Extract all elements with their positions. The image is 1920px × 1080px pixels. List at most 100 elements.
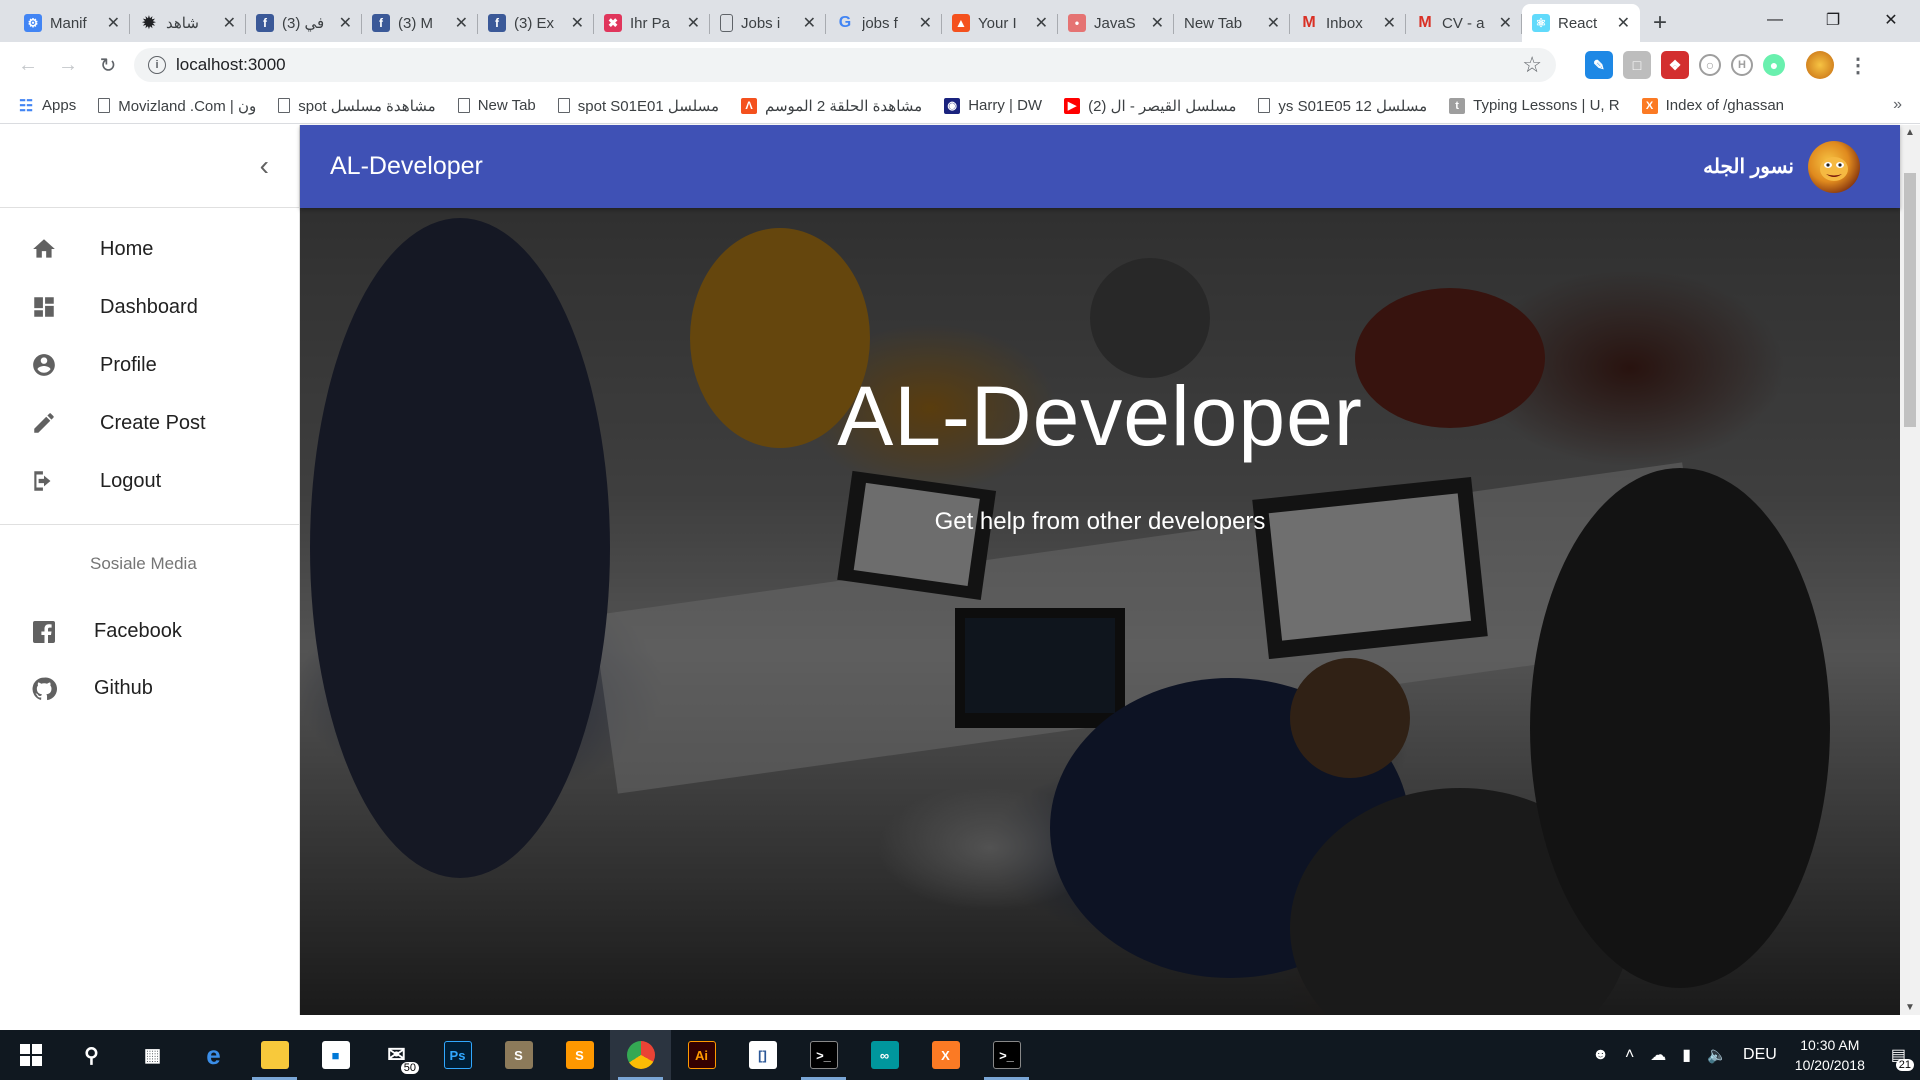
taskbar-chrome[interactable] — [610, 1030, 671, 1080]
task-view-button[interactable]: ▦ — [122, 1030, 183, 1080]
bookmark-item[interactable]: Λ مشاهدة الحلقة 2 الموسم — [740, 97, 922, 115]
close-tab-icon[interactable]: ✕ — [339, 13, 352, 33]
extension-circle-icon[interactable]: ○ — [1699, 54, 1721, 76]
browser-tab[interactable]: ⚛ React ✕ — [1522, 4, 1640, 42]
forward-icon[interactable]: → — [48, 45, 88, 85]
taskbar-terminal[interactable]: >_ — [793, 1030, 854, 1080]
minimize-icon[interactable]: — — [1746, 0, 1804, 40]
extension-pin-icon[interactable]: ✎ — [1585, 51, 1613, 79]
taskbar-store[interactable]: ■ — [305, 1030, 366, 1080]
tab-title: (3) M — [398, 14, 433, 32]
close-tab-icon[interactable]: ✕ — [1267, 13, 1280, 33]
info-icon[interactable]: i — [148, 56, 166, 74]
action-center-icon[interactable]: ▤ 21 — [1891, 1045, 1914, 1071]
taskbar-illustrator[interactable]: Ai — [671, 1030, 732, 1080]
browser-tab[interactable]: ▲ Your I ✕ — [942, 4, 1058, 42]
bookmark-item[interactable]: Movizland .Com | ون — [98, 97, 256, 115]
page-scrollbar[interactable]: ▲ ▼ — [1900, 125, 1920, 1015]
close-tab-icon[interactable]: ✕ — [919, 13, 932, 33]
browser-tab[interactable]: Gjobs f ✕ — [826, 4, 942, 42]
taskbar-cmd[interactable]: >_ — [976, 1030, 1037, 1080]
close-tab-icon[interactable]: ✕ — [1617, 13, 1630, 33]
close-tab-icon[interactable]: ✕ — [107, 13, 120, 33]
menu-item-profile[interactable]: Profile — [0, 336, 299, 394]
close-tab-icon[interactable]: ✕ — [1035, 13, 1048, 33]
scrollbar-thumb[interactable] — [1904, 173, 1916, 427]
bookmark-star-icon[interactable]: ☆ — [1522, 52, 1542, 78]
taskbar-explorer[interactable] — [244, 1030, 305, 1080]
taskbar-app-s[interactable]: S — [488, 1030, 549, 1080]
close-tab-icon[interactable]: ✕ — [455, 13, 468, 33]
close-tab-icon[interactable]: ✕ — [1499, 13, 1512, 33]
browser-tab[interactable]: New Tab ✕ — [1174, 4, 1290, 42]
taskbar-mail[interactable]: ✉ 50 — [366, 1030, 427, 1080]
battery-icon[interactable]: ▮ — [1682, 1045, 1691, 1065]
browser-tab[interactable]: f (3) في ✕ — [246, 4, 362, 42]
start-button[interactable] — [0, 1030, 61, 1080]
reload-icon[interactable]: ↻ — [88, 45, 128, 85]
close-tab-icon[interactable]: ✕ — [687, 13, 700, 33]
search-button[interactable]: ⚲ — [61, 1030, 122, 1080]
tray-chevron-icon[interactable]: ˄ — [1625, 1046, 1634, 1064]
browser-tab[interactable]: ⚙ Manif ✕ — [14, 4, 130, 42]
extension-green-icon[interactable]: ● — [1763, 54, 1785, 76]
bookmarks-more-icon[interactable]: » — [1893, 96, 1902, 114]
avatar[interactable] — [1808, 140, 1860, 193]
address-bar[interactable]: i localhost:3000 ☆ — [134, 48, 1556, 82]
profile-avatar-icon[interactable] — [1806, 51, 1834, 79]
browser-tab[interactable]: ✹ شاهد ✕ — [130, 4, 246, 42]
close-window-icon[interactable]: ✕ — [1862, 0, 1920, 40]
taskbar-webstorm[interactable]: [] — [732, 1030, 793, 1080]
bookmark-item[interactable]: New Tab — [457, 97, 536, 114]
clock[interactable]: 10:30 AM 10/20/2018 — [1795, 1035, 1865, 1075]
app-brand[interactable]: AL-Developer — [330, 152, 1703, 181]
browser-tab[interactable]: M Inbox ✕ — [1290, 4, 1406, 42]
bookmark-item[interactable]: spot S01E01 مسلسل — [557, 97, 719, 115]
bookmark-item[interactable]: spot مشاهدة مسلسل — [278, 97, 436, 115]
social-item-facebook[interactable]: Facebook — [0, 603, 299, 660]
taskbar-photoshop[interactable]: Ps — [427, 1030, 488, 1080]
browser-tab[interactable]: Jobs i ✕ — [710, 4, 826, 42]
chevron-left-icon[interactable]: ‹ — [260, 150, 269, 182]
new-tab-button[interactable]: + — [1640, 4, 1680, 42]
user-name: نسور الجله — [1703, 156, 1794, 178]
browser-tab[interactable]: f (3) Ex ✕ — [478, 4, 594, 42]
close-tab-icon[interactable]: ✕ — [803, 13, 816, 33]
maximize-icon[interactable]: ❐ — [1804, 0, 1862, 40]
volume-icon[interactable]: 🔈 — [1707, 1045, 1727, 1065]
browser-tab[interactable]: M CV - a ✕ — [1406, 4, 1522, 42]
menu-item-home[interactable]: Home — [0, 220, 299, 278]
extension-pdf-icon[interactable]: □ — [1623, 51, 1651, 79]
taskbar-edge[interactable]: e — [183, 1030, 244, 1080]
social-item-github[interactable]: Github — [0, 660, 299, 717]
bookmark-item[interactable]: ▶ (2) مسلسل القيصر - ال — [1064, 97, 1236, 115]
bookmark-item[interactable]: t Typing Lessons | U, R — [1449, 97, 1620, 114]
close-tab-icon[interactable]: ✕ — [571, 13, 584, 33]
bookmark-item[interactable]: ys S01E05 12 مسلسل — [1258, 97, 1427, 115]
taskbar-xampp[interactable]: X — [915, 1030, 976, 1080]
language-indicator[interactable]: DEU — [1743, 1046, 1777, 1064]
extension-h-icon[interactable]: H — [1731, 54, 1753, 76]
browser-tab[interactable]: • JavaS ✕ — [1058, 4, 1174, 42]
scroll-down-icon[interactable]: ▼ — [1900, 1002, 1920, 1013]
menu-item-dashboard[interactable]: Dashboard — [0, 278, 299, 336]
browser-tab[interactable]: f (3) M ✕ — [362, 4, 478, 42]
extension-red-icon[interactable]: ❖ — [1661, 51, 1689, 79]
close-tab-icon[interactable]: ✕ — [1151, 13, 1164, 33]
scroll-up-icon[interactable]: ▲ — [1900, 127, 1920, 138]
bookmark-item[interactable]: ◉ Harry | DW — [944, 97, 1042, 114]
bookmark-item[interactable]: ☷ Apps — [18, 97, 76, 115]
onedrive-icon[interactable]: ☁ — [1650, 1045, 1666, 1065]
browser-tab[interactable]: ✖ Ihr Pa ✕ — [594, 4, 710, 42]
close-tab-icon[interactable]: ✕ — [1383, 13, 1396, 33]
taskbar-sublime[interactable]: S — [549, 1030, 610, 1080]
bookmark-item[interactable]: X Index of /ghassan — [1641, 97, 1784, 114]
address-url[interactable]: localhost:3000 — [176, 55, 1522, 75]
back-icon[interactable]: ← — [8, 45, 48, 85]
menu-kebab-icon[interactable]: ⋮ — [1844, 51, 1872, 79]
close-tab-icon[interactable]: ✕ — [223, 13, 236, 33]
taskbar-arduino[interactable]: ∞ — [854, 1030, 915, 1080]
people-icon[interactable]: ☻ — [1592, 1046, 1609, 1064]
menu-item-logout[interactable]: Logout — [0, 452, 299, 510]
menu-item-create-post[interactable]: Create Post — [0, 394, 299, 452]
